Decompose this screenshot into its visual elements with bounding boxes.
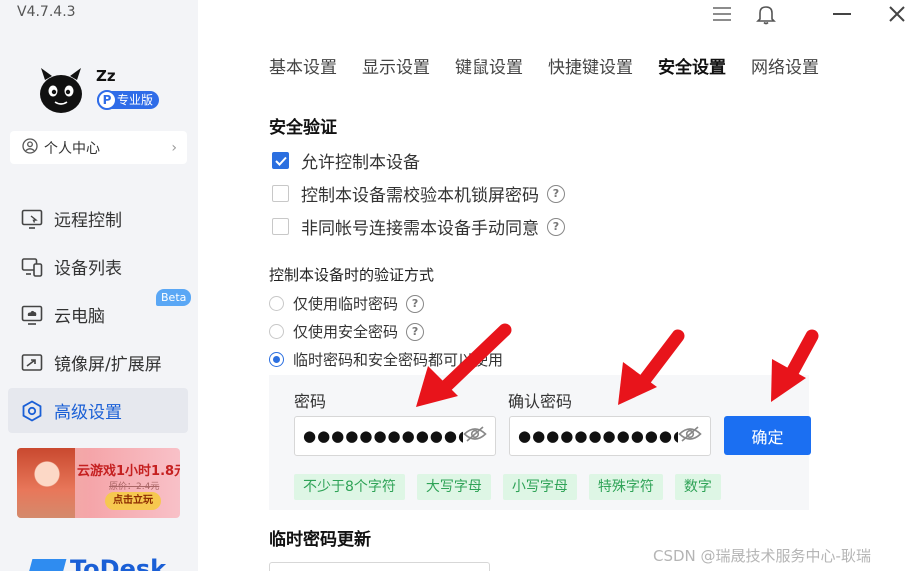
check-lock-screen-password[interactable]: 控制本设备需校验本机锁屏密码 ? <box>272 181 565 206</box>
personal-center-button[interactable]: 个人中心 › <box>10 131 187 164</box>
watermark: CSDN @瑞晟技术服务中心-耿瑞 <box>653 547 871 565</box>
username: Zz <box>96 67 116 85</box>
remote-control-icon <box>20 207 44 231</box>
check-label: 非同帐号连接需本设备手动同意 <box>301 219 539 239</box>
tab-network[interactable]: 网络设置 <box>751 53 819 78</box>
confirm-password-field[interactable] <box>509 416 711 456</box>
device-list-icon <box>20 255 44 279</box>
bell-icon[interactable] <box>753 2 779 26</box>
rule-tag-uppercase: 大写字母 <box>416 474 491 500</box>
sidebar-item-label: 设备列表 <box>54 259 122 279</box>
radio-button[interactable] <box>269 324 284 339</box>
tab-keyboard-mouse[interactable]: 键鼠设置 <box>455 53 523 78</box>
promo-title: 云游戏1小时1.8元 <box>77 464 180 479</box>
radio-temp-password-only[interactable]: 仅使用临时密码 ? <box>269 293 425 314</box>
help-icon[interactable]: ? <box>406 294 425 313</box>
pro-badge-label: 专业版 <box>117 93 154 107</box>
password-label: 密码 <box>294 392 327 411</box>
confirm-password-input[interactable] <box>518 427 678 445</box>
sidebar-item-advanced-settings[interactable]: 高级设置 <box>8 388 188 433</box>
help-icon[interactable]: ? <box>547 184 565 203</box>
tab-display[interactable]: 显示设置 <box>362 53 430 78</box>
eye-off-icon[interactable] <box>463 425 487 447</box>
sidebar-item-label: 高级设置 <box>54 403 122 423</box>
beta-badge: Beta <box>156 289 192 306</box>
close-icon[interactable] <box>884 2 907 26</box>
radio-label: 仅使用安全密码 <box>293 323 399 341</box>
mirror-screen-icon <box>20 351 44 375</box>
checkbox[interactable] <box>272 185 289 202</box>
check-allow-control[interactable]: 允许控制本设备 <box>272 148 420 173</box>
section-title-security-verification: 安全验证 <box>269 118 337 138</box>
sidebar-item-remote-control[interactable]: 远程控制 <box>8 196 188 241</box>
rule-tag-digit: 数字 <box>674 474 721 500</box>
avatar[interactable] <box>35 66 87 116</box>
checkbox-checked[interactable] <box>272 152 289 169</box>
promo-play-button[interactable]: 点击立玩 <box>105 492 161 510</box>
password-field[interactable] <box>294 416 496 456</box>
password-input[interactable] <box>303 427 463 445</box>
chevron-right-icon: › <box>171 139 177 156</box>
radio-button[interactable] <box>269 296 284 311</box>
pro-letter-icon: P <box>97 90 117 110</box>
radio-label: 临时密码和安全密码都可以使用 <box>293 351 504 369</box>
rule-tag-min-length: 不少于8个字符 <box>294 474 405 500</box>
promo-character-image <box>17 448 75 518</box>
eye-off-icon[interactable] <box>678 425 702 447</box>
tab-shortcuts[interactable]: 快捷键设置 <box>548 53 633 78</box>
radio-button-selected[interactable] <box>269 352 284 367</box>
tab-security[interactable]: 安全设置 <box>658 53 726 78</box>
sidebar-item-label: 云电脑 <box>54 307 105 327</box>
rule-tag-lowercase: 小写字母 <box>502 474 577 500</box>
check-manual-consent[interactable]: 非同帐号连接需本设备手动同意 ? <box>272 214 565 239</box>
settings-tabs: 基本设置 显示设置 键鼠设置 快捷键设置 安全设置 网络设置 <box>269 53 844 78</box>
confirm-button[interactable]: 确定 <box>724 416 811 455</box>
checkbox[interactable] <box>272 218 289 235</box>
cloud-pc-icon <box>20 303 44 327</box>
logo-text: ToDesk <box>70 555 167 571</box>
radio-label: 仅使用临时密码 <box>293 295 399 313</box>
check-label: 控制本设备需校验本机锁屏密码 <box>301 186 539 206</box>
help-icon[interactable]: ? <box>406 322 425 341</box>
sidebar-item-label: 远程控制 <box>54 211 122 231</box>
advanced-settings-icon <box>20 399 44 423</box>
radio-security-password-only[interactable]: 仅使用安全密码 ? <box>269 321 425 342</box>
app-version: V4.7.4.3 <box>17 4 76 20</box>
user-circle-icon <box>22 137 38 158</box>
minimize-icon[interactable] <box>829 2 855 26</box>
sidebar-item-device-list[interactable]: 设备列表 <box>8 244 188 289</box>
section-title-temp-password-update: 临时密码更新 <box>269 530 371 550</box>
temp-password-update-select[interactable] <box>269 562 490 571</box>
todesk-logo: ToDesk <box>27 555 167 571</box>
sidebar-item-label: 镜像屏/扩展屏 <box>54 355 162 375</box>
check-label: 允许控制本设备 <box>301 153 420 173</box>
rule-tag-special: 特殊字符 <box>588 474 663 500</box>
sidebar: V4.7.4.3 Zz P 专业版 个人中心 › 远程控制 设备列表 云电脑 B… <box>0 0 198 571</box>
pro-badge: P 专业版 <box>97 90 160 110</box>
tab-basic[interactable]: 基本设置 <box>269 53 337 78</box>
radio-both-passwords[interactable]: 临时密码和安全密码都可以使用 <box>269 349 503 370</box>
cloud-game-promo-banner[interactable]: 云游戏1小时1.8元 原价：2.4元 点击立玩 <box>17 448 180 518</box>
confirm-password-label: 确认密码 <box>508 392 573 411</box>
menu-icon[interactable] <box>709 2 735 26</box>
promo-old-price: 原价：2.4元 <box>109 482 160 492</box>
help-icon[interactable]: ? <box>547 217 565 236</box>
sidebar-item-mirror-screen[interactable]: 镜像屏/扩展屏 <box>8 340 188 385</box>
verify-method-title: 控制本设备时的验证方式 <box>269 266 435 284</box>
password-rules: 不少于8个字符 大写字母 小写字母 特殊字符 数字 <box>294 474 733 500</box>
todesk-logo-icon <box>27 559 67 571</box>
personal-center-label: 个人中心 <box>44 140 100 157</box>
